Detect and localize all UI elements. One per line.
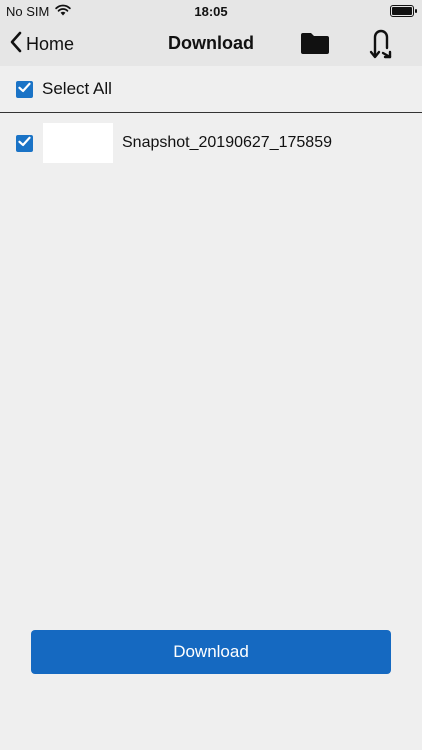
file-checkbox[interactable] <box>16 134 33 152</box>
back-button[interactable]: Home <box>10 31 74 58</box>
folder-button[interactable] <box>300 31 332 57</box>
checkmark-icon <box>18 134 31 152</box>
select-all-checkbox[interactable] <box>16 80 33 98</box>
back-label: Home <box>26 34 75 54</box>
file-thumbnail <box>43 123 113 163</box>
folder-icon <box>300 33 330 59</box>
file-name: Snapshot_20190627_175859 <box>122 134 332 151</box>
chevron-left-icon <box>10 31 22 58</box>
select-all-label: Select All <box>42 79 112 98</box>
list-item[interactable]: Snapshot_20190627_175859 <box>0 120 422 166</box>
battery-icon <box>390 5 417 17</box>
undo-button[interactable] <box>368 28 396 60</box>
undo-arrow-icon <box>368 29 396 64</box>
status-bar: No SIM 18:05 <box>0 0 422 22</box>
navigation-bar: Home Download <box>0 22 422 66</box>
select-all-row[interactable]: Select All <box>0 66 422 113</box>
download-button[interactable]: Download <box>31 630 391 674</box>
checkmark-icon <box>18 80 31 98</box>
status-time: 18:05 <box>194 4 228 19</box>
